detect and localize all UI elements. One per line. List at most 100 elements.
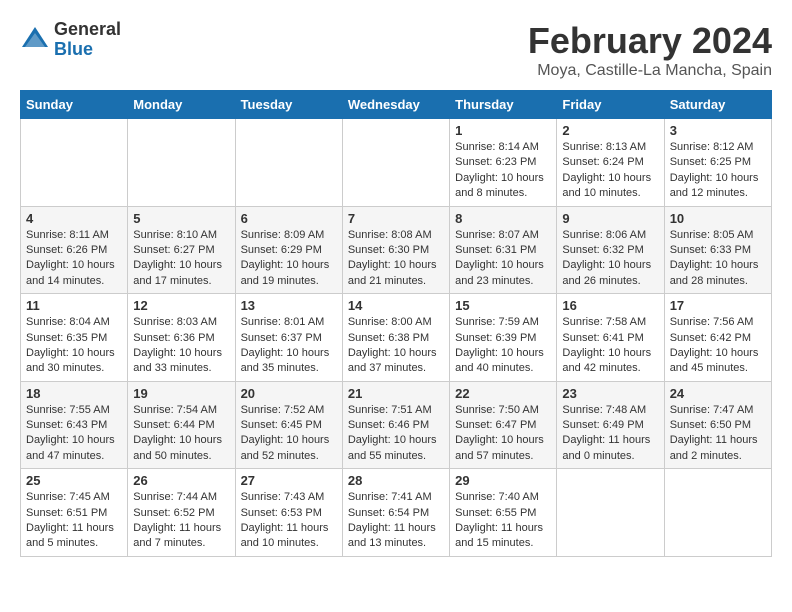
calendar-cell — [235, 119, 342, 207]
calendar-cell: 29 Sunrise: 7:40 AM Sunset: 6:55 PM Dayli… — [450, 469, 557, 557]
weekday-header-sunday: Sunday — [21, 91, 128, 119]
calendar-cell: 27Sunrise: 7:43 AM Sunset: 6:53 PM Dayli… — [235, 469, 342, 557]
weekday-header-wednesday: Wednesday — [342, 91, 449, 119]
calendar-cell: 24 Sunrise: 7:47 AM Sunset: 6:50 PM Dayli… — [664, 381, 771, 469]
calendar-cell — [128, 119, 235, 207]
calendar-table: SundayMondayTuesdayWednesdayThursdayFrid… — [20, 90, 772, 557]
calendar-cell: 26 Sunrise: 7:44 AM Sunset: 6:52 PM Dayli… — [128, 469, 235, 557]
day-info: Sunrise: 8:07 AM Sunset: 6:31 PM Dayligh… — [455, 228, 551, 290]
calendar-cell: 14 Sunrise: 8:00 AM Sunset: 6:38 PM Dayli… — [342, 294, 449, 382]
calendar-cell: 5 Sunrise: 8:10 AM Sunset: 6:27 PM Daylig… — [128, 206, 235, 294]
day-info: Sunrise: 7:58 AM Sunset: 6:41 PM Dayligh… — [562, 315, 658, 377]
calendar-cell: 20 Sunrise: 7:52 AM Sunset: 6:45 PM Dayli… — [235, 381, 342, 469]
day-number: 11 — [26, 298, 122, 313]
week-row-3: 11 Sunrise: 8:04 AM Sunset: 6:35 PM Dayli… — [21, 294, 772, 382]
day-info: Sunrise: 8:00 AM Sunset: 6:38 PM Dayligh… — [348, 315, 444, 377]
calendar-cell — [557, 469, 664, 557]
day-number: 16 — [562, 298, 658, 313]
day-number: 27 — [241, 473, 337, 488]
calendar-cell: 17Sunrise: 7:56 AM Sunset: 6:42 PM Dayli… — [664, 294, 771, 382]
day-info: Sunrise: 7:40 AM Sunset: 6:55 PM Dayligh… — [455, 490, 551, 552]
week-row-2: 4Sunrise: 8:11 AM Sunset: 6:26 PM Daylig… — [21, 206, 772, 294]
day-info: Sunrise: 8:04 AM Sunset: 6:35 PM Dayligh… — [26, 315, 122, 377]
day-info: Sunrise: 7:41 AM Sunset: 6:54 PM Dayligh… — [348, 490, 444, 552]
day-info: Sunrise: 7:52 AM Sunset: 6:45 PM Dayligh… — [241, 403, 337, 465]
day-number: 14 — [348, 298, 444, 313]
day-number: 25 — [26, 473, 122, 488]
month-title: February 2024 — [528, 20, 772, 62]
day-info: Sunrise: 8:09 AM Sunset: 6:29 PM Dayligh… — [241, 228, 337, 290]
day-number: 6 — [241, 211, 337, 226]
calendar-cell: 12 Sunrise: 8:03 AM Sunset: 6:36 PM Dayli… — [128, 294, 235, 382]
calendar-cell — [664, 469, 771, 557]
calendar-cell — [342, 119, 449, 207]
calendar-cell: 18 Sunrise: 7:55 AM Sunset: 6:43 PM Dayli… — [21, 381, 128, 469]
day-info: Sunrise: 8:14 AM Sunset: 6:23 PM Dayligh… — [455, 140, 551, 202]
weekday-header-monday: Monday — [128, 91, 235, 119]
day-info: Sunrise: 7:48 AM Sunset: 6:49 PM Dayligh… — [562, 403, 658, 465]
day-info: Sunrise: 7:50 AM Sunset: 6:47 PM Dayligh… — [455, 403, 551, 465]
day-number: 26 — [133, 473, 229, 488]
day-info: Sunrise: 7:51 AM Sunset: 6:46 PM Dayligh… — [348, 403, 444, 465]
day-number: 22 — [455, 386, 551, 401]
day-info: Sunrise: 8:03 AM Sunset: 6:36 PM Dayligh… — [133, 315, 229, 377]
weekday-header-thursday: Thursday — [450, 91, 557, 119]
calendar-cell: 2Sunrise: 8:13 AM Sunset: 6:24 PM Daylig… — [557, 119, 664, 207]
day-info: Sunrise: 7:44 AM Sunset: 6:52 PM Dayligh… — [133, 490, 229, 552]
day-info: Sunrise: 8:05 AM Sunset: 6:33 PM Dayligh… — [670, 228, 766, 290]
day-info: Sunrise: 8:01 AM Sunset: 6:37 PM Dayligh… — [241, 315, 337, 377]
logo-general: General — [54, 20, 121, 40]
day-number: 23 — [562, 386, 658, 401]
day-number: 2 — [562, 123, 658, 138]
day-number: 10 — [670, 211, 766, 226]
day-info: Sunrise: 8:06 AM Sunset: 6:32 PM Dayligh… — [562, 228, 658, 290]
calendar-cell: 28Sunrise: 7:41 AM Sunset: 6:54 PM Dayli… — [342, 469, 449, 557]
day-number: 12 — [133, 298, 229, 313]
calendar-cell: 22 Sunrise: 7:50 AM Sunset: 6:47 PM Dayli… — [450, 381, 557, 469]
week-row-1: 1 Sunrise: 8:14 AM Sunset: 6:23 PM Daylig… — [21, 119, 772, 207]
week-row-5: 25 Sunrise: 7:45 AM Sunset: 6:51 PM Dayli… — [21, 469, 772, 557]
calendar-cell: 15 Sunrise: 7:59 AM Sunset: 6:39 PM Dayli… — [450, 294, 557, 382]
day-info: Sunrise: 7:55 AM Sunset: 6:43 PM Dayligh… — [26, 403, 122, 465]
weekday-header-tuesday: Tuesday — [235, 91, 342, 119]
calendar-cell: 10 Sunrise: 8:05 AM Sunset: 6:33 PM Dayli… — [664, 206, 771, 294]
page-header: General Blue February 2024 Moya, Castill… — [20, 20, 772, 80]
day-number: 18 — [26, 386, 122, 401]
calendar-cell: 1 Sunrise: 8:14 AM Sunset: 6:23 PM Daylig… — [450, 119, 557, 207]
day-number: 13 — [241, 298, 337, 313]
calendar-cell: 13 Sunrise: 8:01 AM Sunset: 6:37 PM Dayli… — [235, 294, 342, 382]
day-number: 3 — [670, 123, 766, 138]
calendar-cell: 16 Sunrise: 7:58 AM Sunset: 6:41 PM Dayli… — [557, 294, 664, 382]
day-info: Sunrise: 7:54 AM Sunset: 6:44 PM Dayligh… — [133, 403, 229, 465]
location: Moya, Castille-La Mancha, Spain — [528, 62, 772, 80]
day-info: Sunrise: 7:47 AM Sunset: 6:50 PM Dayligh… — [670, 403, 766, 465]
day-number: 8 — [455, 211, 551, 226]
day-info: Sunrise: 8:12 AM Sunset: 6:25 PM Dayligh… — [670, 140, 766, 202]
calendar-cell: 23 Sunrise: 7:48 AM Sunset: 6:49 PM Dayli… — [557, 381, 664, 469]
day-number: 20 — [241, 386, 337, 401]
calendar-cell: 11 Sunrise: 8:04 AM Sunset: 6:35 PM Dayli… — [21, 294, 128, 382]
day-info: Sunrise: 8:10 AM Sunset: 6:27 PM Dayligh… — [133, 228, 229, 290]
day-number: 5 — [133, 211, 229, 226]
day-number: 15 — [455, 298, 551, 313]
day-number: 9 — [562, 211, 658, 226]
calendar-cell: 4Sunrise: 8:11 AM Sunset: 6:26 PM Daylig… — [21, 206, 128, 294]
day-number: 29 — [455, 473, 551, 488]
calendar-cell: 25 Sunrise: 7:45 AM Sunset: 6:51 PM Dayli… — [21, 469, 128, 557]
week-row-4: 18 Sunrise: 7:55 AM Sunset: 6:43 PM Dayli… — [21, 381, 772, 469]
calendar-cell: 7 Sunrise: 8:08 AM Sunset: 6:30 PM Daylig… — [342, 206, 449, 294]
calendar-cell: 21Sunrise: 7:51 AM Sunset: 6:46 PM Dayli… — [342, 381, 449, 469]
day-info: Sunrise: 7:56 AM Sunset: 6:42 PM Dayligh… — [670, 315, 766, 377]
weekday-header-friday: Friday — [557, 91, 664, 119]
day-number: 7 — [348, 211, 444, 226]
day-number: 19 — [133, 386, 229, 401]
day-info: Sunrise: 7:45 AM Sunset: 6:51 PM Dayligh… — [26, 490, 122, 552]
day-info: Sunrise: 7:59 AM Sunset: 6:39 PM Dayligh… — [455, 315, 551, 377]
day-info: Sunrise: 8:11 AM Sunset: 6:26 PM Dayligh… — [26, 228, 122, 290]
day-number: 24 — [670, 386, 766, 401]
weekday-header-row: SundayMondayTuesdayWednesdayThursdayFrid… — [21, 91, 772, 119]
day-info: Sunrise: 8:08 AM Sunset: 6:30 PM Dayligh… — [348, 228, 444, 290]
day-number: 1 — [455, 123, 551, 138]
logo-text: General Blue — [54, 20, 121, 60]
logo: General Blue — [20, 20, 121, 60]
